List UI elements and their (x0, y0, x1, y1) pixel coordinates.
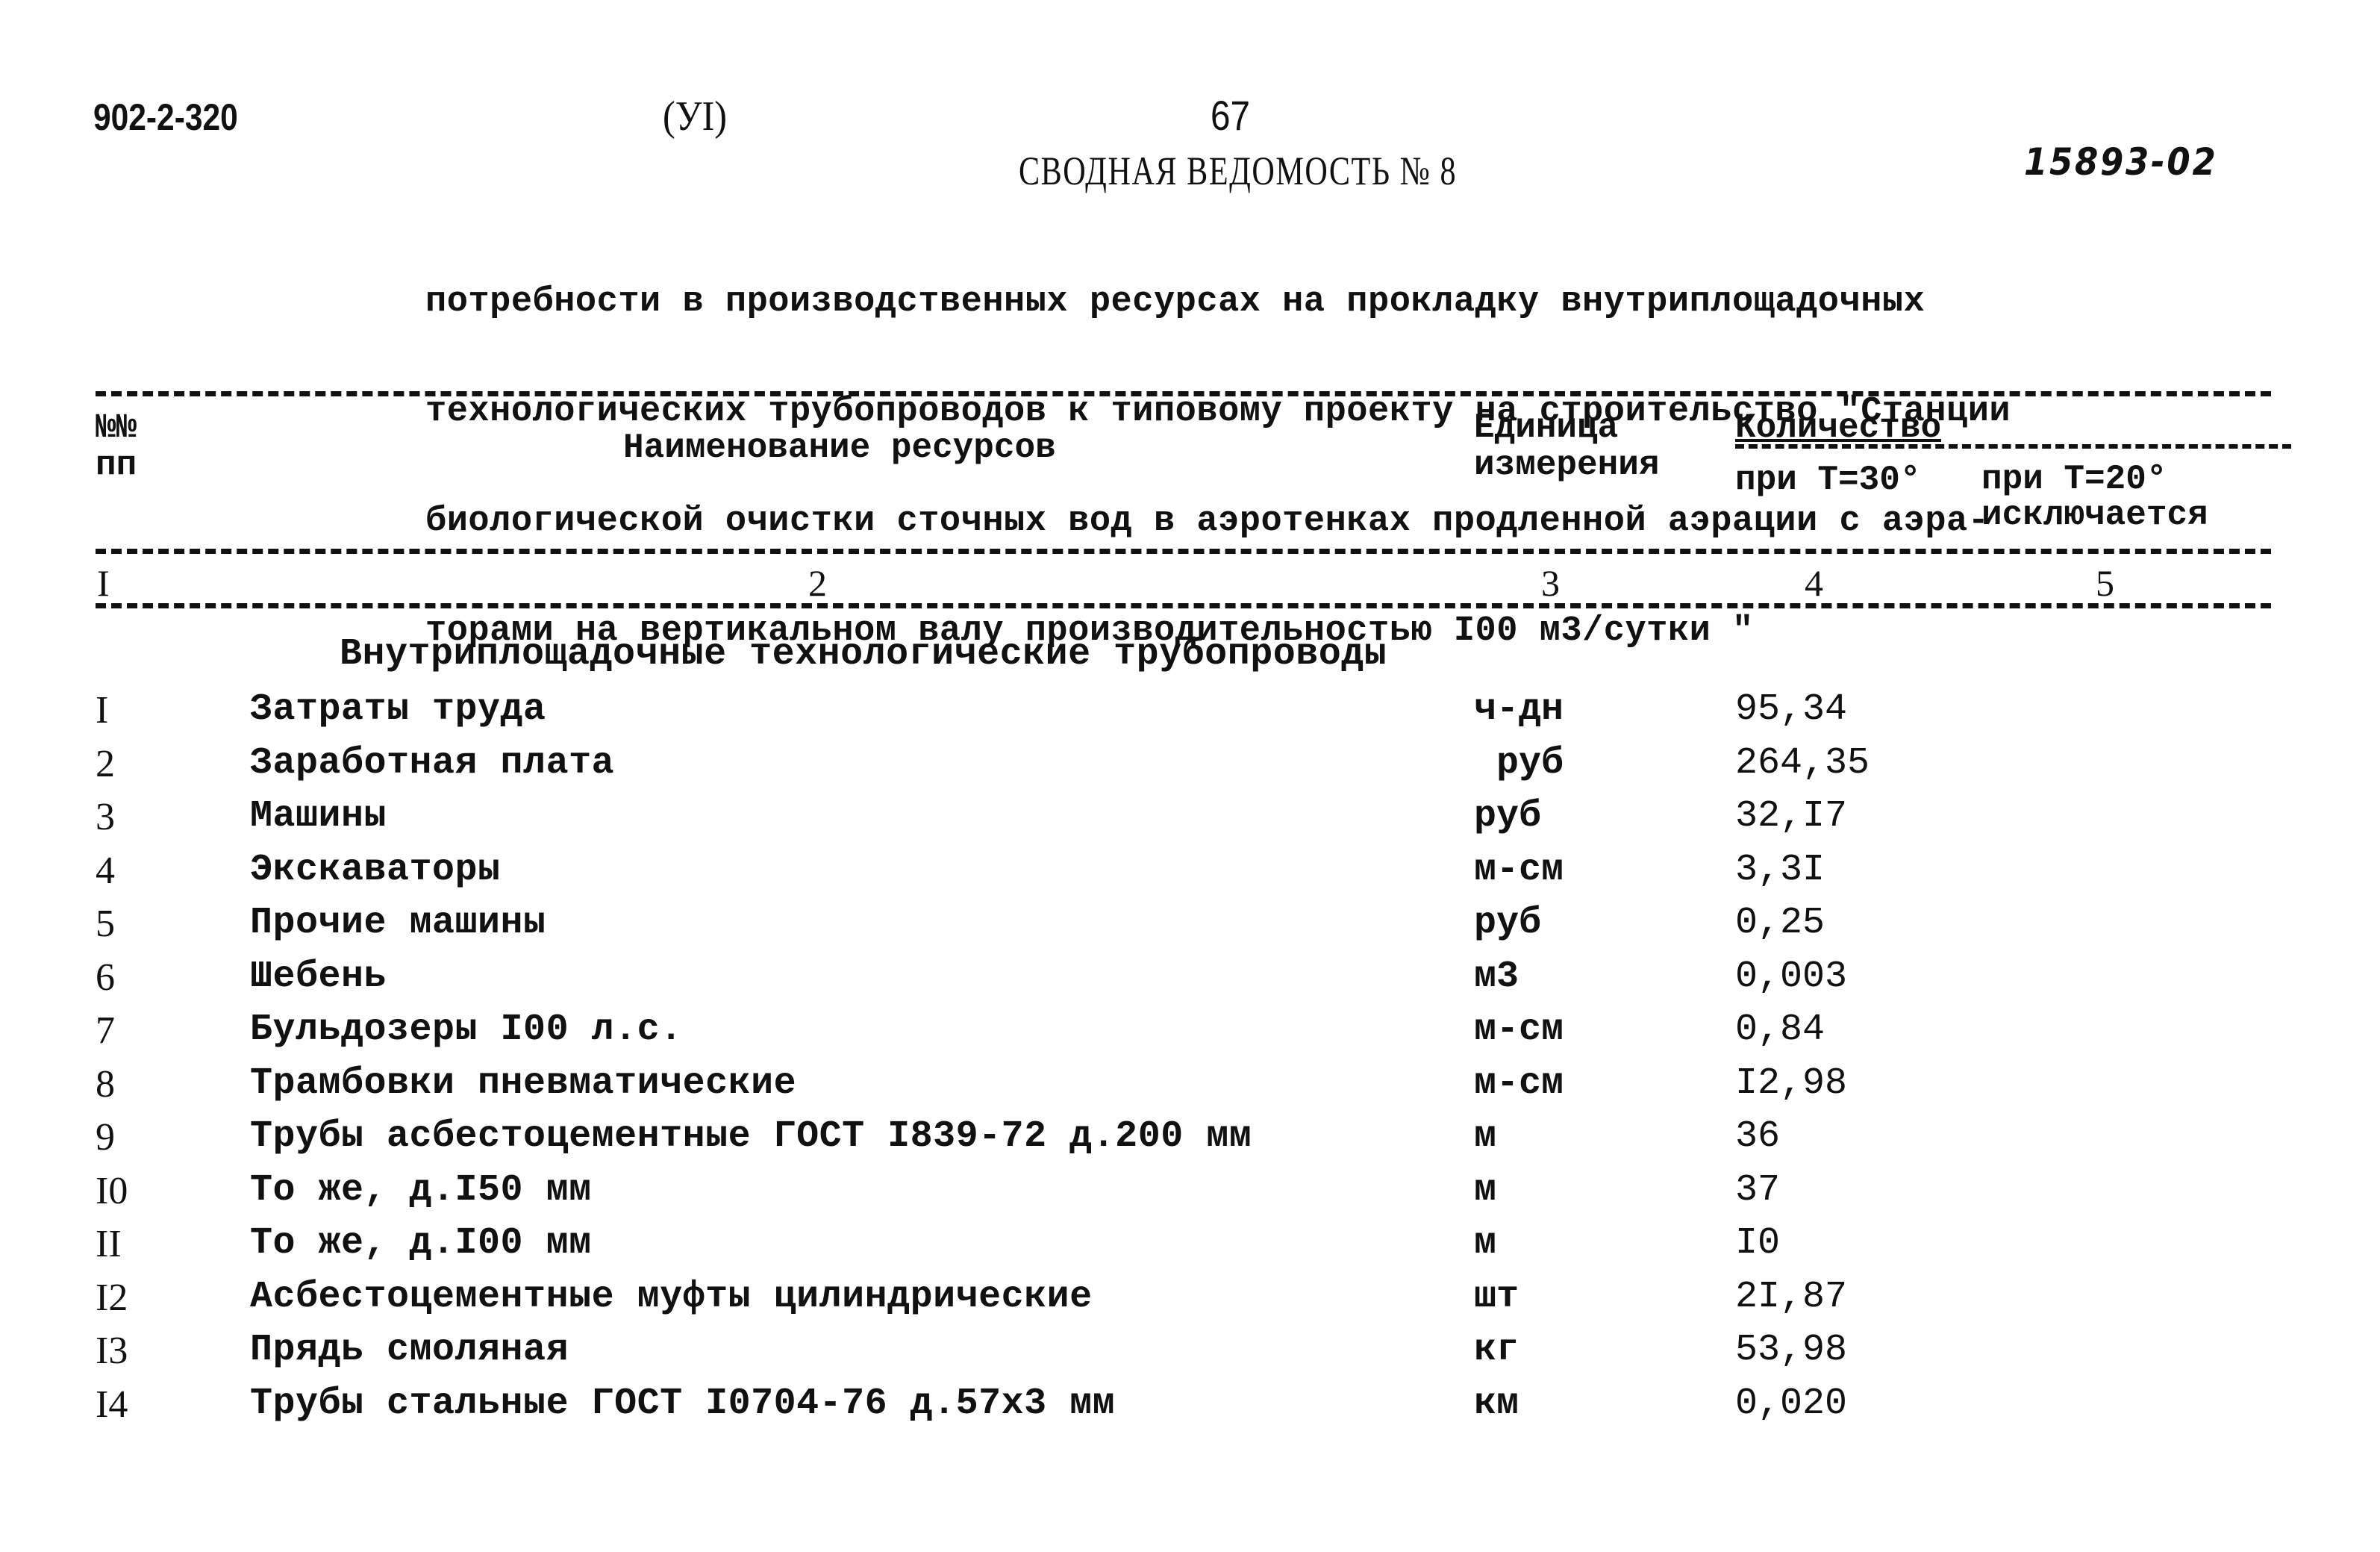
row-number: 3 (96, 796, 115, 838)
unit-of-measure: кг (1474, 1329, 1519, 1371)
column-header-unit: Единица измерения (1474, 408, 1660, 484)
quantity-t30: 2I,87 (1735, 1275, 1848, 1318)
quantity-t30: I2,98 (1735, 1062, 1848, 1105)
row-number: 2 (96, 742, 115, 785)
page-number: 67 (1211, 92, 1250, 139)
resource-name: Прядь смоляная (250, 1329, 569, 1371)
table-row: I3 Прядь смоляная кг 53,98 (0, 1329, 2380, 1381)
table-row: I2 Асбестоцементные муфты цилиндрические ш… (0, 1276, 2380, 1328)
header-bottom-rule (96, 549, 2271, 554)
quantity-t30: 0,25 (1735, 902, 1825, 944)
unit-of-measure: м-см (1474, 1009, 1564, 1051)
resource-name: Затраты труда (250, 688, 546, 731)
section-code: (УI) (663, 93, 728, 140)
document-code: 902-2-320 (93, 96, 238, 138)
row-number: I3 (96, 1330, 128, 1372)
row-number: 8 (96, 1062, 115, 1106)
row-number: I0 (96, 1169, 128, 1212)
quantity-t30: I0 (1735, 1222, 1781, 1265)
unit-of-measure: ч-дн (1474, 688, 1564, 731)
row-number: I4 (96, 1383, 128, 1426)
quantity-t30: 95,34 (1735, 688, 1848, 731)
table-row: 4 Экскаваторы м-см 3,3I (0, 849, 2380, 901)
resource-name: Трубы стальные ГОСТ I0704-76 д.57х3 мм (250, 1382, 1116, 1425)
quantity-t30: 0,003 (1735, 955, 1848, 998)
column-header-qty-t30: при Т=30° (1735, 461, 1921, 499)
resource-name: Асбестоцементные муфты цилиндрические (250, 1275, 1093, 1318)
table-row: I0 То же, д.I50 мм м 37 (0, 1169, 2380, 1221)
column-number-3: 3 (1541, 562, 1560, 604)
unit-of-measure: км (1474, 1382, 1519, 1425)
row-number: 7 (96, 1009, 115, 1052)
resource-name: Экскаваторы (250, 848, 501, 891)
resource-name: Трамбовки пневматические (250, 1062, 797, 1105)
unit-of-measure: м (1474, 1168, 1497, 1212)
column-number-2: 2 (808, 562, 827, 604)
column-header-name: Наименование ресурсов (623, 428, 1056, 467)
row-number: 4 (96, 849, 115, 892)
handwritten-inventory-number: 15893-02 (2024, 140, 2218, 184)
unit-of-measure: руб (1474, 902, 1542, 944)
column-numbers-bottom-rule (96, 603, 2271, 608)
resource-name: Бульдозеры I00 л.с. (250, 1009, 683, 1051)
quantity-t30: 32,I7 (1735, 795, 1848, 838)
resource-name: Шебень (250, 955, 387, 998)
quantity-t30: 53,98 (1735, 1329, 1848, 1371)
document-title: СВОДНАЯ ВЕДОМОСТЬ № 8 (1019, 149, 1458, 193)
table-row: 8 Трамбовки пневматические м-см I2,98 (0, 1062, 2380, 1115)
table-row: 7 Бульдозеры I00 л.с. м-см 0,84 (0, 1009, 2380, 1061)
row-number: 9 (96, 1116, 115, 1159)
unit-of-measure: м (1474, 1222, 1497, 1265)
unit-of-measure: руб (1474, 795, 1542, 838)
row-number: I (96, 689, 109, 732)
row-number: 6 (96, 956, 115, 999)
description-line: биологической очистки сточных вод в аэро… (425, 502, 1990, 541)
description-line: потребности в производственных ресурсах … (425, 282, 1925, 322)
table-row: 6 Шебень м3 0,003 (0, 956, 2380, 1008)
column-header-quantity: Количество (1735, 408, 1942, 447)
table-top-rule (96, 391, 2271, 396)
quantity-t30: 36 (1735, 1115, 1781, 1158)
quantity-t30: 264,35 (1735, 741, 1870, 785)
column-number-1: I (97, 562, 110, 604)
quantity-t30: 0,020 (1735, 1382, 1848, 1425)
row-number: II (96, 1223, 122, 1265)
column-header-qty-t20: при Т=20° исключается (1981, 460, 2208, 535)
row-number: I2 (96, 1276, 128, 1319)
resource-name: То же, д.I00 мм (250, 1222, 592, 1265)
table-row: 5 Прочие машины руб 0,25 (0, 902, 2380, 954)
quantity-t30: 0,84 (1735, 1009, 1825, 1051)
unit-of-measure: м-см (1474, 848, 1564, 891)
resource-name: Трубы асбестоцементные ГОСТ I839-72 д.20… (250, 1115, 1252, 1158)
quantity-t30: 37 (1735, 1168, 1781, 1212)
column-number-5: 5 (2096, 562, 2114, 604)
row-number: 5 (96, 903, 115, 945)
table-row: 9 Трубы асбестоцементные ГОСТ I839-72 д.2… (0, 1115, 2380, 1168)
unit-of-measure: м3 (1474, 955, 1519, 998)
table-row: I Затраты труда ч-дн 95,34 (0, 688, 2380, 741)
table-row: II То же, д.I00 мм м I0 (0, 1222, 2380, 1274)
quantity-t30: 3,3I (1735, 848, 1825, 891)
table-row: 2 Заработная плата руб 264,35 (0, 742, 2380, 794)
unit-of-measure: м-см (1474, 1062, 1564, 1105)
resource-name: Заработная плата (250, 741, 615, 785)
table-row: 3 Машины руб 32,I7 (0, 795, 2380, 847)
unit-of-measure: шт (1474, 1275, 1519, 1318)
resource-name: Машины (250, 795, 387, 838)
column-number-4: 4 (1805, 562, 1823, 604)
column-header-number: №№ пп (96, 408, 137, 484)
resource-name: Прочие машины (250, 902, 546, 944)
unit-of-measure: руб (1474, 741, 1564, 785)
resource-name: То же, д.I50 мм (250, 1168, 592, 1212)
section-title: Внутриплощадочные технологические трубоп… (340, 633, 1387, 676)
table-row: I4 Трубы стальные ГОСТ I0704-76 д.57х3 мм… (0, 1383, 2380, 1435)
unit-of-measure: м (1474, 1115, 1497, 1158)
